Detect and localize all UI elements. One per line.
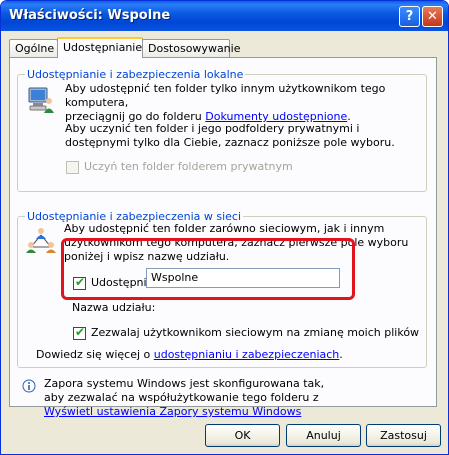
- share-name-label: Nazwa udziału:: [72, 301, 156, 314]
- allow-change-label: Zezwalaj użytkownikom sieciowym na zmian…: [91, 326, 420, 339]
- tab-sharing[interactable]: Udostępnianie: [57, 37, 143, 58]
- ok-button[interactable]: OK: [205, 424, 280, 447]
- close-button[interactable]: ✕: [422, 6, 443, 27]
- learn-more-prefix: Dowiedz się więcej o: [36, 348, 151, 361]
- learn-more-suffix: .: [339, 348, 343, 361]
- dialog-body: Ogólne Udostępnianie Dostosowywanie Udos…: [4, 31, 445, 452]
- local-sharing-group: Udostępnianie i zabezpieczenia lokalne A…: [17, 68, 427, 192]
- firewall-text: Zapora systemu Windows jest skonfigurowa…: [44, 377, 325, 404]
- tab-customize[interactable]: Dostosowywanie: [142, 39, 240, 57]
- sharing-security-link[interactable]: udostępnianiu i zabezpieczeniach: [154, 348, 340, 361]
- sharing-panel: Udostępnianie i zabezpieczenia lokalne A…: [9, 57, 437, 418]
- allow-change-checkbox[interactable]: ✔: [73, 325, 86, 340]
- private-checkbox-label: Uczyń ten folder folderem prywatnym: [84, 160, 293, 173]
- local-text-3: Aby uczynić ten folder i jego podfoldery…: [65, 122, 395, 149]
- title-bar[interactable]: Właściwości: Wspolne ? ✕: [1, 1, 448, 31]
- firewall-settings-link[interactable]: Wyświetl ustawienia Zapory systemu Windo…: [44, 405, 301, 419]
- info-icon: [22, 379, 36, 393]
- local-text-1: Aby udostępnić ten folder tylko innym uż…: [65, 82, 386, 109]
- help-button[interactable]: ?: [399, 6, 420, 27]
- network-users-icon: [26, 228, 56, 253]
- computer-users-icon: [28, 87, 54, 113]
- tab-general[interactable]: Ogólne: [9, 39, 58, 57]
- apply-button[interactable]: Zastosuj: [366, 424, 441, 447]
- cancel-button[interactable]: Anuluj: [286, 424, 361, 447]
- private-checkbox[interactable]: [66, 161, 79, 174]
- share-name-field[interactable]: Wspolne: [146, 268, 340, 288]
- properties-dialog: Właściwości: Wspolne ? ✕ Ogólne Udostępn…: [0, 0, 449, 455]
- local-group-title: Udostępnianie i zabezpieczenia lokalne: [25, 68, 246, 81]
- window-title: Właściwości: Wspolne: [9, 8, 171, 23]
- check-mark-icon: ✔: [75, 325, 86, 339]
